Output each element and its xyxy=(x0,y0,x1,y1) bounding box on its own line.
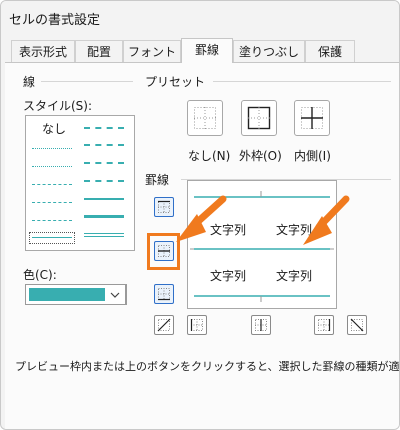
preset-inside-button[interactable] xyxy=(294,100,330,136)
preview-cell-4: 文字列 xyxy=(276,269,313,283)
preset-outline-button[interactable] xyxy=(241,100,277,136)
line-style-none[interactable]: なし xyxy=(42,120,66,137)
border-bottom-icon xyxy=(158,288,170,301)
highlight-box xyxy=(147,233,180,270)
border-group-title: 罫線 xyxy=(145,173,170,187)
line-style-medium-dash-dot[interactable] xyxy=(84,162,124,164)
line-style-medium-dash-dot-dot[interactable] xyxy=(84,127,124,129)
line-group-title: 線 xyxy=(23,75,36,89)
chevron-down-icon xyxy=(110,292,120,298)
border-inside-vertical-button[interactable] xyxy=(251,315,271,335)
line-style-double[interactable] xyxy=(84,233,124,237)
hint-text: プレビュー枠内または上のボタンをクリックすると、選択した罫線の種類が適用されます… xyxy=(15,360,400,373)
preview-cell-1: 文字列 xyxy=(210,223,247,237)
preset-outline-label: 外枠(O) xyxy=(239,149,282,163)
border-left-icon xyxy=(190,319,203,331)
preset-inside-label: 内側(I) xyxy=(294,149,331,163)
border-left-button[interactable] xyxy=(187,315,207,335)
dialog-title: セルの書式設定 xyxy=(9,13,101,28)
preset-group-title: プリセット xyxy=(145,75,206,89)
preview-lines xyxy=(190,191,334,302)
line-style-medium-dashed[interactable] xyxy=(84,180,124,182)
color-dropdown-button[interactable] xyxy=(105,284,126,305)
line-style-thin-selected[interactable] xyxy=(29,232,75,244)
line-style-medium[interactable] xyxy=(84,198,124,200)
border-diagonal-up-button[interactable] xyxy=(154,315,174,335)
tab-border[interactable]: 罫線 xyxy=(181,38,233,63)
line-style-hair[interactable] xyxy=(32,148,72,149)
border-diagonal-down-button[interactable] xyxy=(347,315,367,335)
line-style-dashed[interactable] xyxy=(32,220,72,221)
preset-group-divider xyxy=(213,81,391,82)
style-label: スタイル(S): xyxy=(23,99,93,113)
tab-protection[interactable]: 保護 xyxy=(305,40,355,62)
border-right-icon xyxy=(318,319,331,331)
tab-alignment[interactable]: 配置 xyxy=(75,40,123,62)
preview-cell-2: 文字列 xyxy=(276,223,313,237)
line-style-dash-dot[interactable] xyxy=(32,202,72,203)
preset-outline-icon xyxy=(247,106,271,130)
diagonal-down-icon xyxy=(350,318,364,332)
format-cells-dialog: セルの書式設定 表示形式 配置 フォント 罫線 塗りつぶし 保護 線 スタイル(… xyxy=(0,0,400,430)
line-style-slant-dash-dot[interactable] xyxy=(84,144,124,146)
line-style-dotted[interactable] xyxy=(32,166,72,167)
line-style-list[interactable]: なし xyxy=(25,115,135,251)
diagonal-up-icon xyxy=(157,318,171,332)
line-style-dash-dot-dot[interactable] xyxy=(32,184,72,185)
line-style-thick[interactable] xyxy=(84,215,124,218)
border-right-button[interactable] xyxy=(314,315,334,335)
preset-inside-icon xyxy=(301,107,323,129)
tab-number[interactable]: 表示形式 xyxy=(11,40,75,62)
title-bar: セルの書式設定 xyxy=(1,1,399,35)
border-bottom-button[interactable] xyxy=(154,284,174,304)
preset-none-button[interactable] xyxy=(187,100,223,136)
tab-fill[interactable]: 塗りつぶし xyxy=(233,40,305,62)
preset-none-label: なし(N) xyxy=(188,149,231,163)
tab-font[interactable]: フォント xyxy=(123,40,181,62)
border-top-icon xyxy=(158,200,170,213)
border-preview[interactable]: 文字列 文字列 文字列 文字列 xyxy=(187,180,337,309)
border-top-button[interactable] xyxy=(154,197,174,217)
preset-none-icon xyxy=(194,107,216,129)
color-label: 色(C): xyxy=(23,268,57,282)
line-group-divider xyxy=(41,81,133,82)
preview-cell-3: 文字列 xyxy=(210,269,247,283)
border-inside-vertical-icon xyxy=(255,319,267,331)
